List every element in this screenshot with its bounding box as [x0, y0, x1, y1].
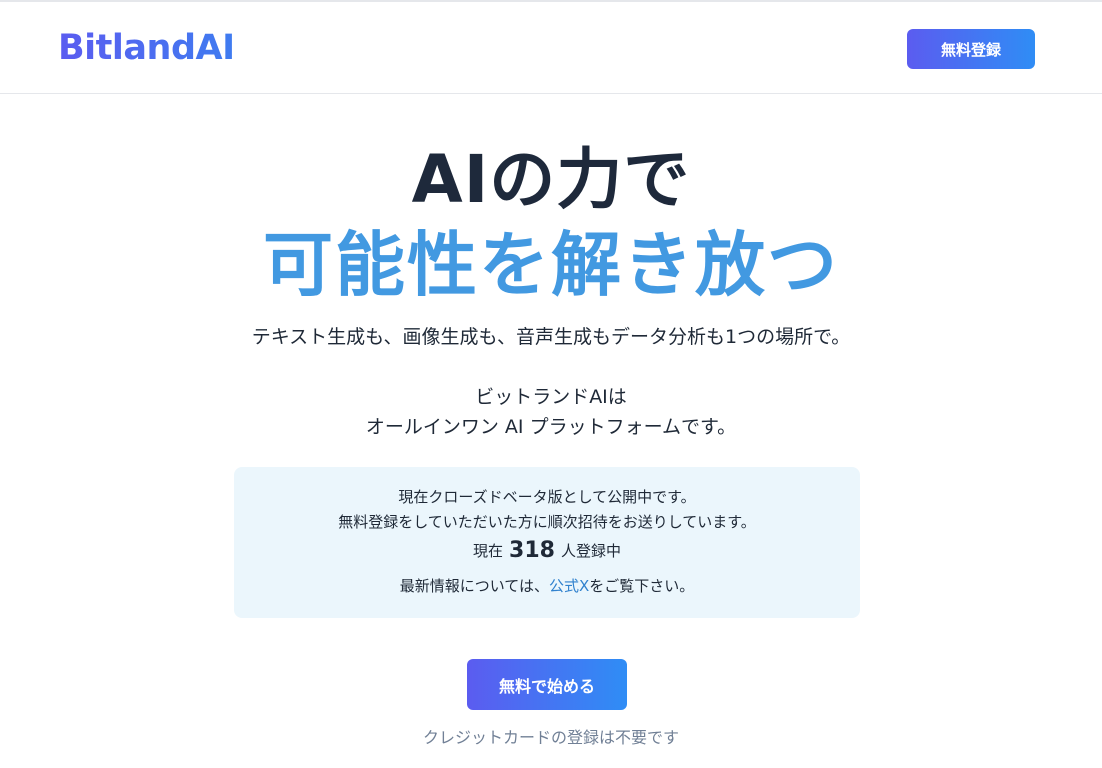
- no-credit-card-note: クレジットカードの登録は不要です: [422, 728, 679, 747]
- beta-status-text: 現在クローズドベータ版として公開中です。: [398, 488, 696, 506]
- official-x-link[interactable]: 公式X: [549, 577, 589, 595]
- start-free-button[interactable]: 無料で始める: [467, 659, 627, 710]
- intro-line-1: ビットランドAIは: [475, 386, 627, 408]
- hero-subtitle: 可能性を解き放つ: [263, 224, 839, 306]
- signup-button[interactable]: 無料登録: [907, 29, 1035, 69]
- hero-title: AIの力で: [411, 141, 691, 218]
- count-value: 318: [509, 538, 555, 563]
- count-suffix: 人登録中: [560, 542, 621, 560]
- brand-logo[interactable]: BitlandAI: [58, 26, 235, 70]
- site-header: BitlandAI 無料登録: [0, 0, 1102, 94]
- count-prefix: 現在: [473, 542, 504, 560]
- news-text: 最新情報については、公式Xをご覧下さい。: [234, 575, 860, 597]
- hero-tagline: テキスト生成も、画像生成も、音声生成もデータ分析も1つの場所で。: [251, 326, 851, 348]
- registration-count: 現在 318 人登録中: [234, 540, 860, 562]
- invite-text: 無料登録をしていただいた方に順次招待をお送りしています。: [338, 513, 756, 531]
- beta-info-box: 現在クローズドベータ版として公開中です。 無料登録をしていただいた方に順次招待を…: [234, 467, 860, 618]
- news-suffix: をご覧下さい。: [589, 577, 695, 595]
- news-prefix: 最新情報については、: [399, 577, 549, 595]
- intro-line-2: オールインワン AI プラットフォームです。: [365, 416, 737, 438]
